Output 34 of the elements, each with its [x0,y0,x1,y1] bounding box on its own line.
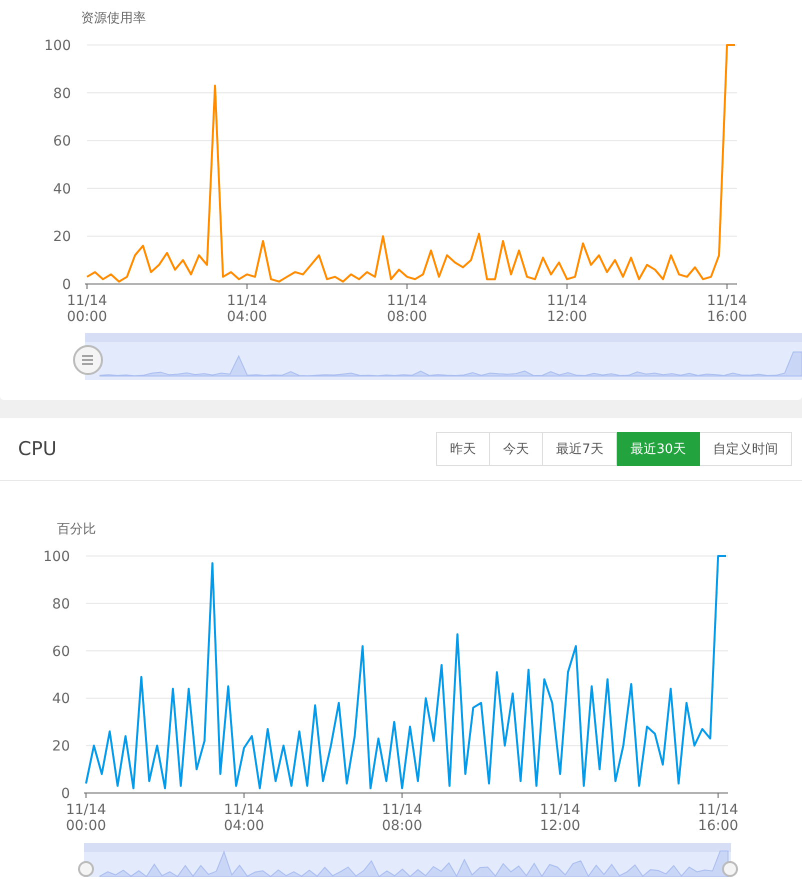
zoom-slider[interactable] [85,333,802,380]
y-axis-title: 资源使用率 [81,11,146,26]
y-tick-label: 40 [53,181,71,198]
zoom-slider[interactable] [84,843,731,877]
y-tick-label: 100 [43,549,70,565]
y-tick-label: 100 [44,38,71,54]
x-tick-label: 11/14 08:00 [386,293,428,325]
y-tick-label: 0 [61,786,70,802]
x-tick-label: 11/14 12:00 [546,293,588,325]
x-tick-label: 11/14 00:00 [66,802,106,834]
panel-title: CPU [18,438,57,460]
y-tick-label: 80 [52,596,70,612]
y-axis-title: 百分比 [57,522,96,537]
y-tick-label: 20 [52,738,70,755]
y-tick-label: 20 [53,229,71,246]
y-tick-label: 0 [62,277,71,293]
y-tick-label: 40 [52,691,70,708]
x-tick-label: 11/14 08:00 [382,802,422,834]
slider-handle-icon[interactable] [722,861,738,877]
date-range-button[interactable]: 自定义时间 [700,432,792,466]
y-tick-label: 60 [52,644,70,660]
date-range-button[interactable]: 今天 [490,432,544,466]
x-tick-label: 11/14 16:00 [698,802,738,834]
x-tick-label: 11/14 04:00 [224,802,264,834]
date-range-button[interactable]: 最近7天 [543,432,618,466]
y-tick-label: 60 [53,134,71,150]
x-tick-label: 11/14 12:00 [540,802,580,834]
x-tick-label: 11/14 04:00 [226,293,268,325]
x-tick-label: 11/14 00:00 [66,293,108,325]
date-range-button[interactable]: 昨天 [436,432,490,466]
slider-handle-icon[interactable] [78,861,94,877]
y-tick-label: 80 [53,86,71,102]
slider-handle-icon[interactable] [73,345,103,375]
x-tick-label: 11/14 16:00 [706,293,748,325]
